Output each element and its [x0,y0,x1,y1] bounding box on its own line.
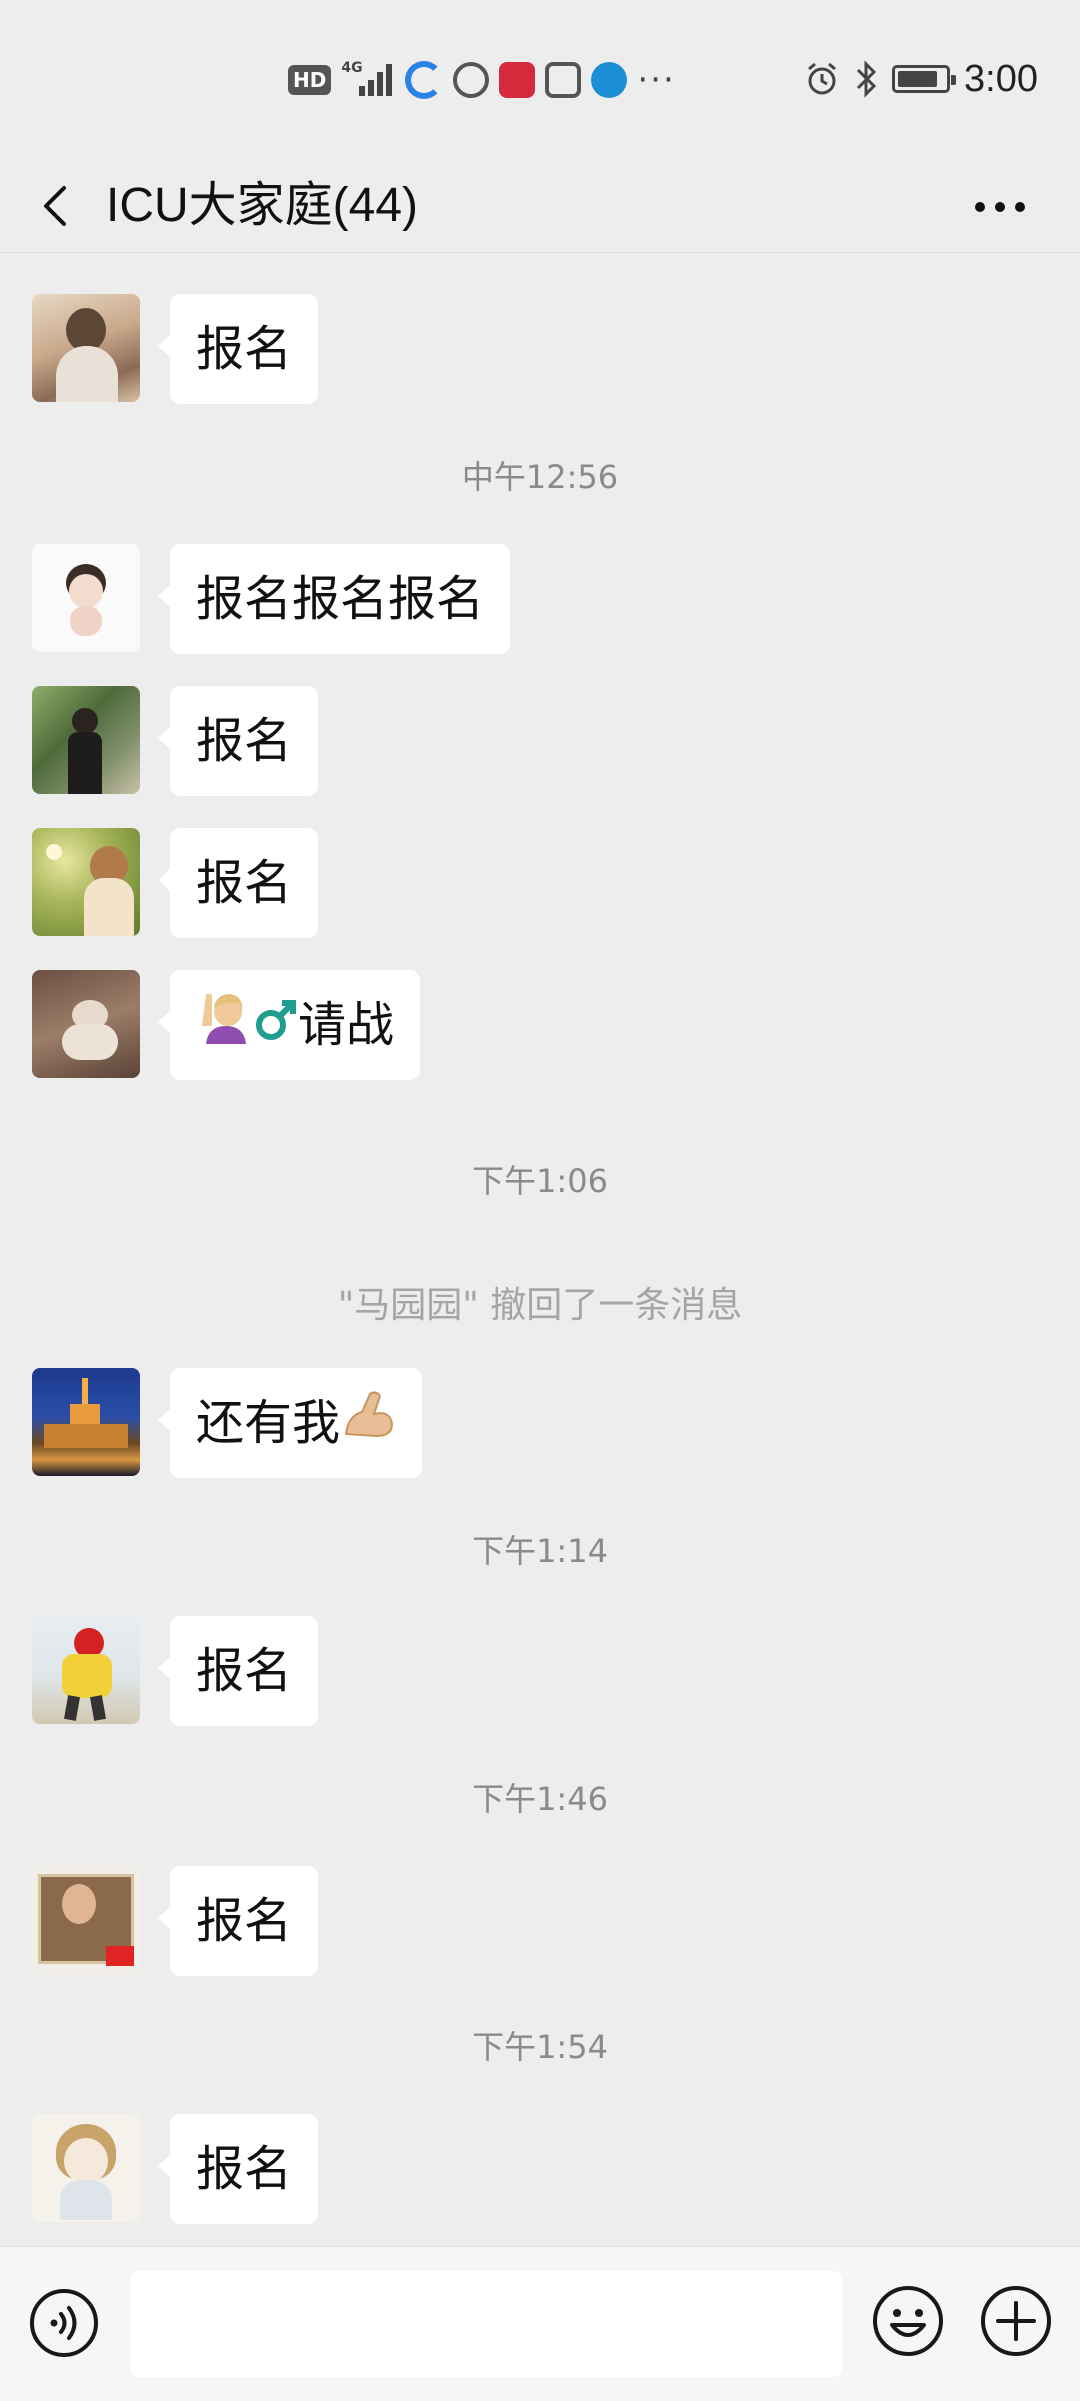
avatar[interactable] [32,970,140,1078]
avatar[interactable] [32,2114,140,2222]
chat-header: ICU大家庭(44) [0,160,1080,253]
male-sign-emoji [254,973,298,1083]
message-bubble[interactable]: 报名 [157,1866,319,1976]
timestamp: 下午1:14 [472,1532,608,1570]
message-bubble[interactable]: 报名 [157,294,319,404]
more-notifications-icon: ··· [637,60,676,100]
status-right: 3:00 [804,54,1038,104]
message-text: 报名报名报名 [196,571,485,627]
app-notification-icon [405,61,444,99]
message-text: 请战 [298,997,395,1053]
message-text: 报名 [196,713,293,769]
back-arrow-icon[interactable] [30,178,86,234]
message-bubble[interactable]: 报名 [157,828,319,938]
timestamp: 中午12:56 [461,458,619,496]
avatar[interactable] [32,1866,140,1974]
globe-notification-icon [591,62,628,98]
avatar[interactable] [32,828,140,936]
message-text: 报名 [196,855,293,911]
avatar[interactable] [32,686,140,794]
status-icons: HD 4G ··· [288,58,676,102]
message-bubble[interactable]: 请战 [157,970,421,1083]
signal-label: 4G [341,60,363,76]
book-notification-icon [499,62,536,98]
hand-notification-icon [545,62,582,98]
battery-icon [892,65,957,93]
timestamp: 下午1:06 [472,1162,608,1200]
message-list[interactable]: 报名 中午12:56 报名报名报名 报名 报名 请战 下午1:06 "马园园" … [0,252,1080,2246]
more-options-icon[interactable] [970,182,1030,232]
voice-input-icon[interactable] [28,2287,100,2359]
message-text: 报名 [196,2141,293,2197]
chat-title: ICU大家庭(44) [106,179,419,232]
message-bubble[interactable]: 还有我 [157,1368,423,1481]
recalled-message-notice: "马园园" 撤回了一条消息 [337,1285,743,1326]
browser-notification-icon [453,62,490,98]
avatar[interactable] [32,294,140,402]
message-bubble[interactable]: 报名 [157,2114,319,2224]
emoji-picker-icon[interactable] [870,2283,946,2359]
avatar[interactable] [32,1368,140,1476]
status-bar: HD 4G ··· 3:00 [0,0,1080,160]
avatar[interactable] [32,1616,140,1724]
more-functions-plus-icon[interactable] [978,2283,1054,2359]
raising-hand-emoji [196,973,254,1083]
bluetooth-icon [856,60,877,98]
hd-indicator: HD [288,65,332,95]
message-input[interactable] [130,2271,842,2377]
message-text: 报名 [196,1643,293,1699]
message-text: 报名 [196,1893,293,1949]
message-text: 还有我 [196,1395,341,1451]
input-bar [0,2246,1080,2401]
message-bubble[interactable]: 报名 [157,1616,319,1726]
flexed-biceps-emoji [340,1371,396,1481]
clock: 3:00 [964,57,1038,100]
message-text: 报名 [196,321,293,377]
message-bubble[interactable]: 报名 [157,686,319,796]
avatar[interactable] [32,544,140,652]
timestamp: 下午1:54 [472,2028,608,2066]
message-bubble[interactable]: 报名报名报名 [157,544,511,654]
timestamp: 下午1:46 [472,1780,608,1818]
alarm-icon [808,62,836,95]
signal-icon: 4G [341,60,395,100]
